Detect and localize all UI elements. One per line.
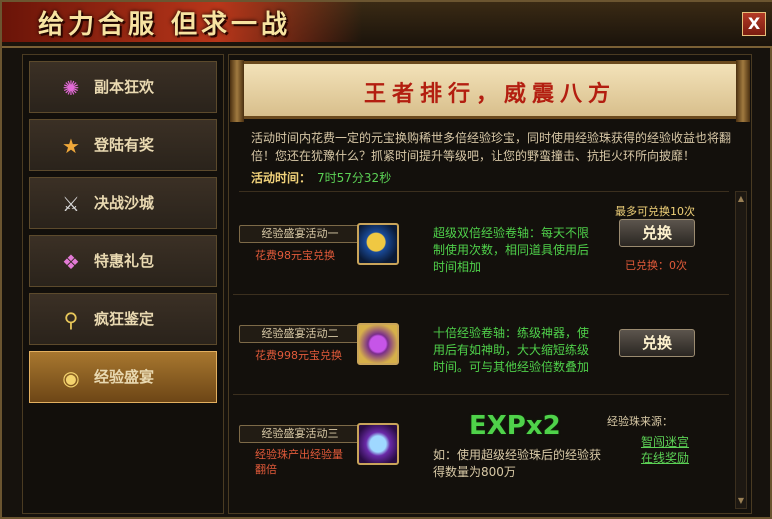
sidebar-item-login-reward[interactable]: ★ 登陆有奖 [29, 119, 217, 171]
link-online-reward[interactable]: 在线奖励 [641, 449, 689, 466]
activity-name: 经验盛宴活动二 [239, 325, 361, 343]
time-countdown: 7时57分32秒 [317, 171, 392, 185]
sidebar: ✺ 副本狂欢 ★ 登陆有奖 ⚔ 决战沙城 ❖ 特惠礼包 ⚲ 疯狂鉴定 ◉ 经验盛… [22, 54, 224, 514]
activity-name: 经验盛宴活动三 [239, 425, 361, 443]
close-button[interactable]: X [742, 12, 766, 36]
game-window: 给力合服 但求一战 X ✺ 副本狂欢 ★ 登陆有奖 ⚔ 决战沙城 ❖ 特惠礼包 … [0, 0, 772, 519]
activity-cost: 花费98元宝兑换 [255, 249, 335, 262]
sidebar-item-label: 副本狂欢 [94, 78, 155, 96]
activity-cost: 花费998元宝兑换 [255, 349, 342, 362]
exp-scroll-gold-icon[interactable] [357, 323, 399, 365]
sidebar-item-label: 经验盛宴 [94, 368, 155, 386]
fireworks-icon: ✺ [62, 76, 80, 100]
exchanged-count: 已兑换：0次 [625, 259, 687, 272]
sidebar-item-gift-pack[interactable]: ❖ 特惠礼包 [29, 235, 217, 287]
exp-scroll-blue-icon[interactable] [357, 223, 399, 265]
crossed-swords-icon: ⚔ [62, 192, 80, 216]
main-panel: 王者排行，威震八方 活动时间内花费一定的元宝换购稀世多倍经验珍宝，同时使用经验珠… [228, 54, 752, 514]
sidebar-item-label: 特惠礼包 [94, 252, 155, 270]
exp-orb-icon[interactable] [357, 423, 399, 465]
sidebar-item-crazy-identify[interactable]: ⚲ 疯狂鉴定 [29, 293, 217, 345]
max-exchange-note: 最多可兑换10次 [615, 205, 695, 218]
star-icon: ★ [62, 134, 80, 158]
activity-time: 活动时间： 7时57分32秒 [251, 169, 391, 186]
sidebar-item-sand-city-battle[interactable]: ⚔ 决战沙城 [29, 177, 217, 229]
gift-box-icon: ❖ [62, 250, 80, 274]
link-maze[interactable]: 智闯迷宫 [641, 433, 689, 450]
item-description: 超级双倍经验卷轴：每天不限制使用次数，相同道具使用后时间相加 [433, 226, 590, 274]
scroll-banner: 王者排行，威震八方 [230, 60, 750, 122]
activity-row-1: 经验盛宴活动一 花费98元宝兑换 超级双倍经验卷轴：每天不限制使用次数，相同道具… [233, 195, 729, 295]
scrollbar[interactable]: ▲ ▼ [735, 191, 747, 509]
magnifier-icon: ⚲ [63, 308, 79, 332]
banner-title: 王者排行，威震八方 [363, 82, 616, 107]
activity-cost: 经验珠产出经验量翻倍 [255, 448, 343, 476]
orb-source-label: 经验珠来源： [607, 415, 673, 428]
exchange-button[interactable]: 兑换 [619, 329, 695, 357]
sidebar-item-label: 疯狂鉴定 [94, 310, 155, 328]
activity-description: 活动时间内花费一定的元宝换购稀世多倍经验珍宝，同时使用经验珠获得的经验收益也将翻… [251, 131, 732, 163]
sidebar-item-exp-feast[interactable]: ◉ 经验盛宴 [29, 351, 217, 403]
exp-multiplier: EXPx2 [469, 411, 561, 441]
activity-row-2: 经验盛宴活动二 花费998元宝兑换 十倍经验卷轴：练级神器，使用后有如神助，大大… [233, 295, 729, 395]
item-description: 十倍经验卷轴：练级神器，使用后有如神助，大大缩短练级时间。可与其他经验倍数叠加 [433, 326, 590, 374]
sidebar-item-label: 决战沙城 [94, 194, 155, 212]
sidebar-item-dungeon-carnival[interactable]: ✺ 副本狂欢 [29, 61, 217, 113]
activity-row-3: 经验盛宴活动三 经验珠产出经验量翻倍 EXPx2 如：使用超级经验珠后的经验获得… [233, 395, 729, 495]
exchange-button[interactable]: 兑换 [619, 219, 695, 247]
sidebar-item-label: 登陆有奖 [94, 136, 155, 154]
scroll-up-icon[interactable]: ▲ [737, 194, 745, 204]
activity-name: 经验盛宴活动一 [239, 225, 361, 243]
treasure-pot-icon: ◉ [62, 366, 80, 390]
window-title: 给力合服 但求一战 [38, 10, 292, 40]
scroll-down-icon[interactable]: ▼ [737, 496, 745, 506]
item-description: 如：使用超级经验珠后的经验获得数量为800万 [433, 448, 602, 479]
divider [239, 191, 729, 192]
title-bar: 给力合服 但求一战 X [2, 2, 772, 48]
time-label: 活动时间： [251, 171, 312, 185]
